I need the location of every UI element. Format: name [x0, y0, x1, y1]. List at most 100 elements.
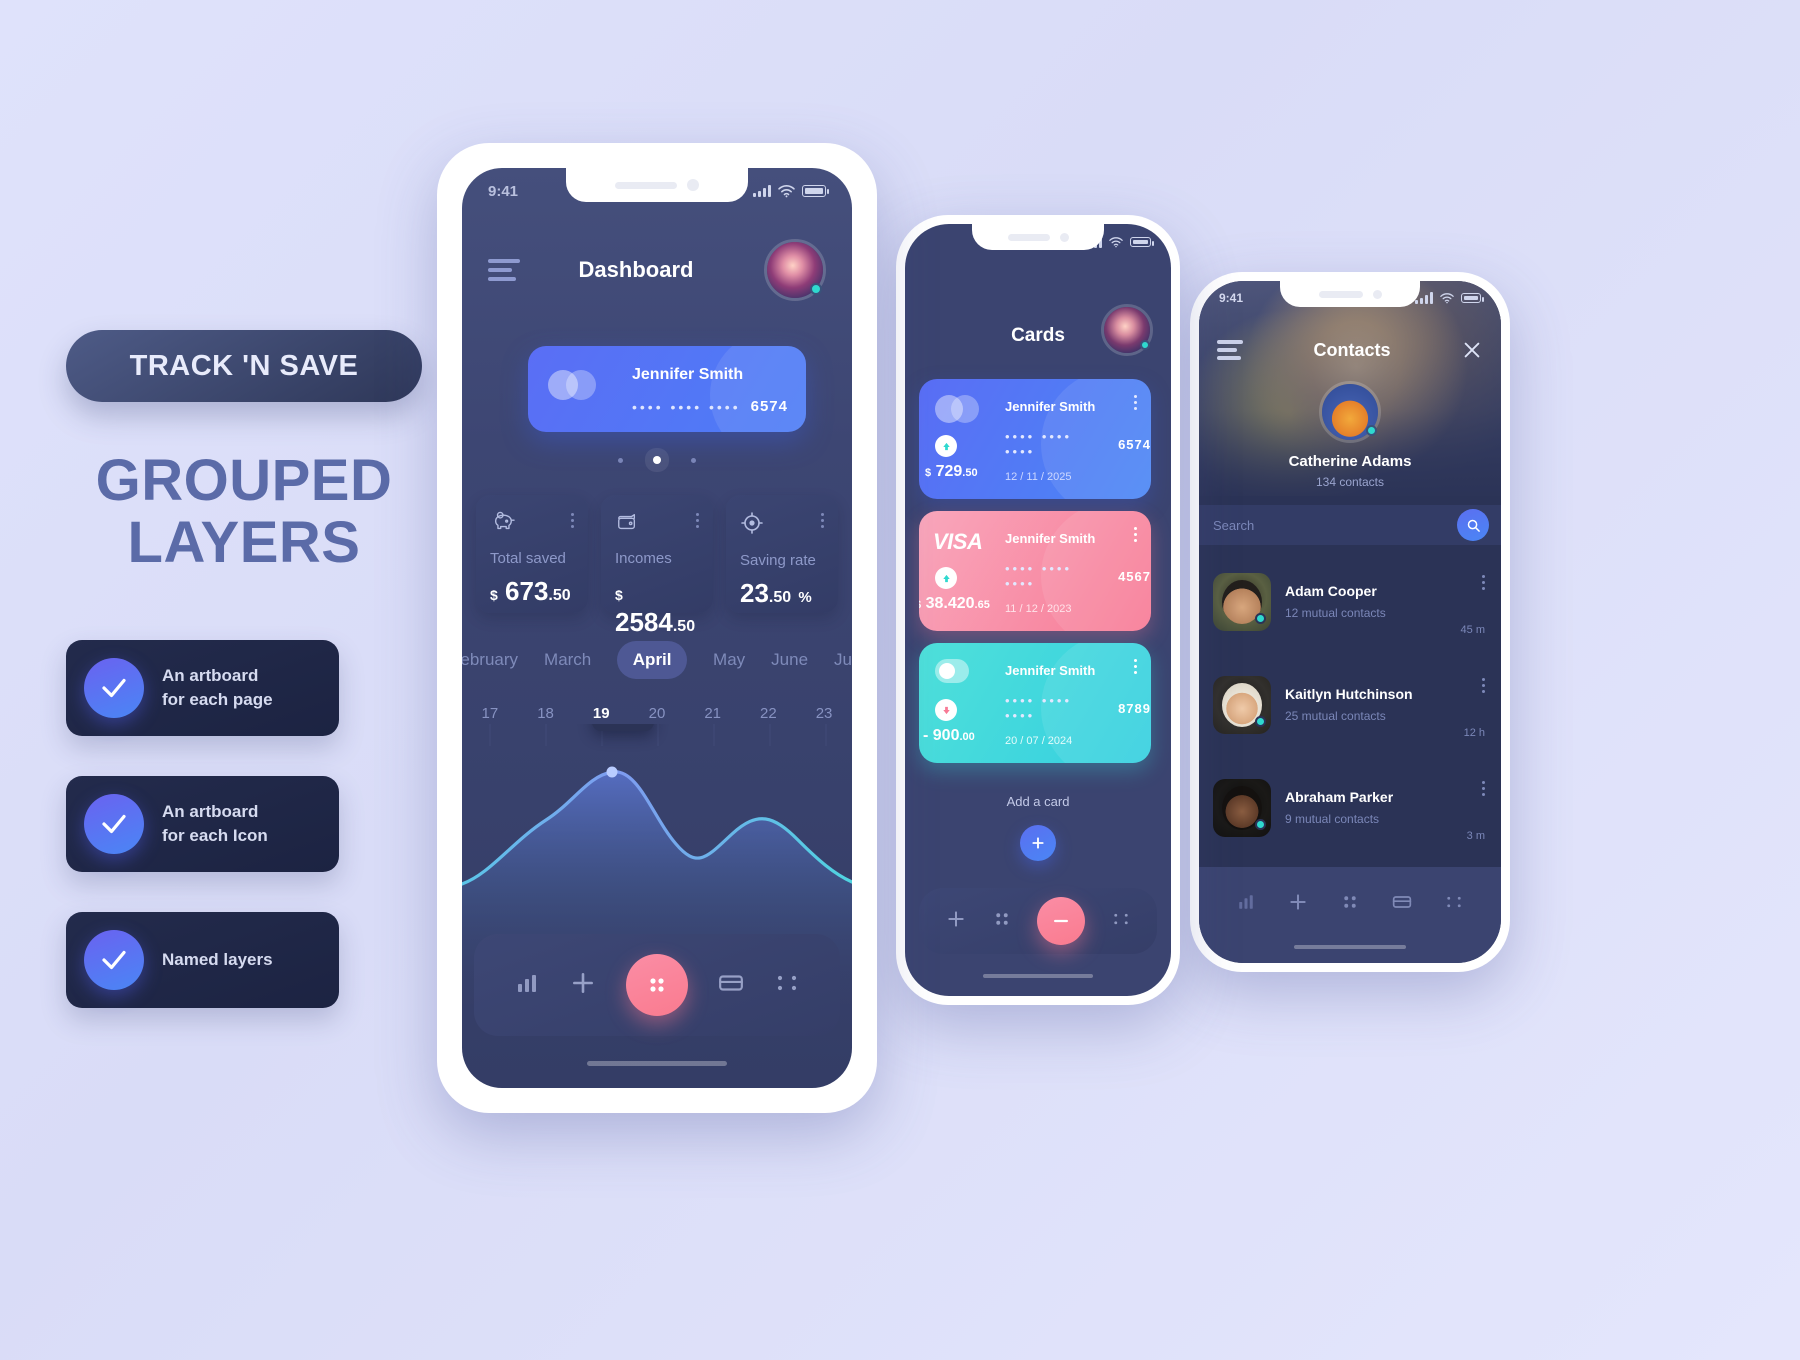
- add-card-button[interactable]: [1020, 825, 1056, 861]
- search-bar[interactable]: Search: [1199, 505, 1501, 545]
- headline-line-2: LAYERS: [127, 510, 361, 576]
- grid-icon[interactable]: [1341, 893, 1359, 916]
- menu-icon[interactable]: [1217, 340, 1243, 360]
- page-dot[interactable]: [691, 457, 696, 463]
- card-item[interactable]: VISA Jennifer Smith •••• •••• •••• 4567 1…: [919, 511, 1151, 631]
- plus-icon[interactable]: [570, 970, 596, 1001]
- stat-menu-icon[interactable]: [696, 513, 699, 528]
- card-holder-name: Jennifer Smith: [1005, 531, 1096, 546]
- card-balance: - 900.00: [923, 727, 975, 744]
- contact-subtitle: 9 mutual contacts: [1285, 812, 1380, 826]
- add-card-section[interactable]: Add a card: [905, 794, 1171, 861]
- feature-label-line1: An artboard: [162, 802, 259, 822]
- month-tab-june[interactable]: June: [771, 650, 808, 670]
- stat-value: $ 2584.50: [615, 587, 696, 637]
- feature-card-icon: An artboard for each Icon: [66, 776, 339, 873]
- bottom-nav: [474, 934, 840, 1036]
- more-icon[interactable]: [775, 971, 799, 1000]
- month-tab-may[interactable]: May: [713, 650, 745, 670]
- card-expiry: 20 / 07 / 2024: [1005, 735, 1073, 747]
- stat-value: 23.50 %: [740, 578, 812, 608]
- card-menu-icon[interactable]: [1134, 527, 1137, 542]
- avatar[interactable]: [1319, 381, 1381, 443]
- stat-card-saving-rate[interactable]: Saving rate 23.50 %: [726, 495, 838, 613]
- phone-cards: Cards Jennifer Smith •••• •••• •••• 6574 …: [896, 215, 1180, 1005]
- list-item[interactable]: Abraham Parker 9 mutual contacts 3 m: [1199, 759, 1501, 856]
- plus-icon[interactable]: [1288, 892, 1308, 917]
- card-menu-icon[interactable]: [1134, 659, 1137, 674]
- dashboard-credit-card[interactable]: Jennifer Smith •••• •••• •••• 6574: [528, 346, 806, 432]
- headline-line-1: GROUPED: [95, 448, 393, 513]
- more-icon[interactable]: [1445, 893, 1463, 916]
- day-tick[interactable]: 23: [816, 705, 833, 722]
- remove-fab-button[interactable]: [1037, 897, 1086, 945]
- card-balance: $ 729.50: [925, 463, 978, 480]
- day-tick[interactable]: 20: [649, 705, 666, 722]
- avatar[interactable]: [1101, 304, 1153, 356]
- brand-pill: TRACK 'N SAVE: [66, 330, 422, 402]
- card-item[interactable]: Jennifer Smith •••• •••• •••• 6574 12 / 1…: [919, 379, 1151, 499]
- contact-name: Adam Cooper: [1285, 583, 1377, 599]
- day-tick[interactable]: 17: [482, 705, 499, 722]
- day-tick[interactable]: 21: [704, 705, 721, 722]
- avatar[interactable]: [764, 239, 826, 301]
- day-axis[interactable]: 17 18 19 20 21 22 23: [462, 701, 852, 725]
- chart-icon[interactable]: [515, 971, 539, 1000]
- more-icon[interactable]: [1112, 910, 1130, 933]
- feature-label-line1: An artboard: [162, 666, 259, 686]
- day-tick[interactable]: 18: [537, 705, 554, 722]
- list-item[interactable]: Kaitlyn Hutchinson 25 mutual contacts 12…: [1199, 656, 1501, 753]
- dashboard-title: Dashboard: [578, 257, 694, 282]
- card-menu-icon[interactable]: [1134, 395, 1137, 410]
- feature-label-line1: Named layers: [162, 950, 273, 970]
- mastercard-logo-icon: [548, 370, 596, 400]
- close-icon[interactable]: [1461, 339, 1483, 361]
- month-tab-july[interactable]: Ju: [834, 650, 852, 670]
- row-menu-icon[interactable]: [1482, 678, 1485, 693]
- card-icon[interactable]: [1392, 894, 1412, 915]
- contacts-profile-name: Catherine Adams: [1288, 453, 1412, 470]
- page-dot-active[interactable]: [653, 456, 661, 464]
- card-holder-name: Jennifer Smith: [1005, 399, 1096, 414]
- online-dot: [1140, 340, 1150, 350]
- search-button[interactable]: [1457, 509, 1489, 541]
- plus-icon[interactable]: [946, 909, 966, 934]
- maestro-logo-icon: [935, 659, 969, 683]
- stat-card-total-saved[interactable]: Total saved $ 673.50: [476, 495, 588, 613]
- grid-icon[interactable]: [993, 910, 1011, 933]
- card-item[interactable]: Jennifer Smith •••• •••• •••• 8789 20 / 0…: [919, 643, 1151, 763]
- row-menu-icon[interactable]: [1482, 575, 1485, 590]
- card-balance-icon: [935, 699, 957, 721]
- page-dot[interactable]: [618, 457, 623, 463]
- contacts-profile-sub: 134 contacts: [1315, 475, 1385, 489]
- apps-fab-button[interactable]: [625, 954, 688, 1016]
- signal-icon: [753, 185, 771, 197]
- stat-menu-icon[interactable]: [821, 513, 824, 528]
- day-tick[interactable]: 22: [760, 705, 777, 722]
- month-selector[interactable]: February March April May June Ju: [462, 640, 852, 680]
- stat-card-incomes[interactable]: Incomes $ 2584.50: [601, 495, 713, 637]
- visa-logo-icon: VISA: [933, 529, 983, 554]
- stat-menu-icon[interactable]: [571, 513, 574, 528]
- day-tick-active[interactable]: 19: [593, 705, 610, 722]
- chart-icon[interactable]: [1237, 893, 1255, 916]
- feature-label-line2: for each page: [162, 690, 273, 710]
- list-item[interactable]: Adam Cooper 12 mutual contacts 45 m: [1199, 553, 1501, 650]
- status-icons: [1415, 292, 1484, 304]
- notch: [566, 168, 748, 202]
- home-indicator: [983, 974, 1093, 978]
- plus-icon: [1032, 837, 1044, 849]
- contact-time: 12 h: [1463, 727, 1485, 739]
- notch: [972, 224, 1104, 250]
- target-icon: [741, 512, 763, 534]
- row-menu-icon[interactable]: [1482, 781, 1485, 796]
- stat-label: Saving rate: [740, 552, 816, 569]
- home-indicator: [587, 1061, 727, 1066]
- month-tab-march[interactable]: March: [544, 650, 591, 670]
- month-tab-february[interactable]: February: [462, 650, 518, 670]
- carousel-pagination[interactable]: [462, 456, 852, 464]
- month-tab-april[interactable]: April: [617, 641, 688, 679]
- card-icon[interactable]: [718, 973, 744, 998]
- contact-subtitle: 25 mutual contacts: [1285, 709, 1386, 723]
- search-input[interactable]: Search: [1213, 518, 1457, 533]
